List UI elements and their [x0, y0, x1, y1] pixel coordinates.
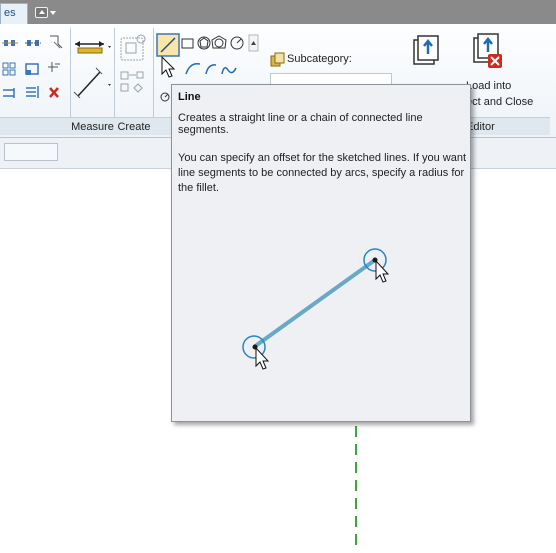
mouse-cursor-icon: [161, 56, 176, 78]
create-panel-label: Create: [115, 117, 153, 135]
split-icon[interactable]: [48, 62, 60, 72]
ribbon-tab-strip: es: [0, 0, 556, 24]
subcategory-label: Subcategory:: [287, 53, 352, 65]
quick-access-dropdown[interactable]: [35, 5, 61, 20]
tooltip-line: Line Creates a straight line or a chain …: [171, 84, 471, 422]
align-icon[interactable]: [2, 40, 18, 46]
tangent-arc-icon[interactable]: [205, 64, 217, 75]
scale-icon[interactable]: [25, 63, 39, 75]
arc-tool-icon[interactable]: [185, 62, 201, 75]
line-sketch-illustration: [242, 248, 390, 370]
load-and-close-label: ect and Close: [466, 96, 534, 108]
modify-panel-label: [0, 117, 70, 135]
measure-panel-label: Measure: [70, 117, 115, 135]
circumscribed-polygon-icon[interactable]: [211, 35, 227, 49]
gallery-scroll-up-icon[interactable]: [248, 34, 259, 52]
pick-lines-icon[interactable]: [160, 92, 170, 102]
offset-icon[interactable]: [25, 40, 41, 46]
circle-tool-icon[interactable]: [230, 36, 244, 50]
trim-icon[interactable]: [3, 88, 15, 98]
options-field[interactable]: [4, 143, 58, 161]
array-icon[interactable]: [2, 62, 16, 76]
create-tools-group: [120, 34, 146, 93]
load-into-project-and-close-icon[interactable]: [470, 32, 510, 76]
measure-distance-icon[interactable]: [75, 41, 111, 54]
delete-icon[interactable]: [49, 87, 59, 98]
draw-panel-label: [153, 117, 172, 135]
line-tool-button[interactable]: [156, 33, 180, 57]
create-group-icon[interactable]: [120, 34, 146, 61]
dimension-aligned-icon[interactable]: [73, 67, 111, 99]
trim-multiple-icon[interactable]: [26, 86, 39, 98]
visibility-graphics-icon: [35, 7, 48, 18]
mirror-pick-axis-icon[interactable]: [50, 35, 63, 49]
load-family-icon[interactable]: [408, 34, 448, 74]
measure-tools-group: [73, 41, 111, 99]
chevron-down-icon: [50, 10, 56, 15]
inscribed-polygon-icon[interactable]: [197, 36, 211, 50]
subcategory-icon: [270, 52, 285, 67]
spline-tool-icon[interactable]: [221, 67, 237, 75]
family-editor-panel-label: Editor: [460, 117, 550, 135]
rectangle-tool-icon[interactable]: [181, 38, 194, 49]
load-into-label: Load into: [466, 80, 512, 92]
tab-modify[interactable]: es: [0, 3, 28, 24]
modify-tools-group: [2, 35, 63, 98]
create-similar-icon[interactable]: [120, 71, 144, 93]
